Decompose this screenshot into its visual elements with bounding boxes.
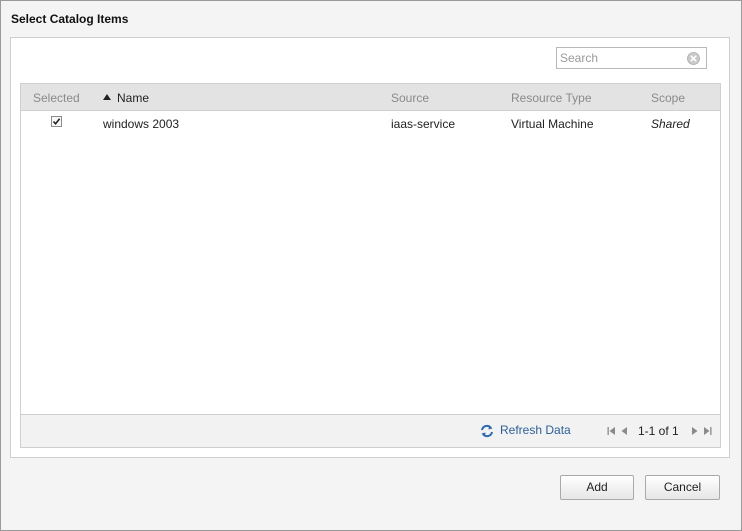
page-info: 1-1 of 1 [638,424,679,438]
previous-page-icon[interactable] [620,426,629,436]
grid-header: Selected Name Source Resource Type Scope [21,84,720,111]
cell-resource-type: Virtual Machine [511,117,594,131]
first-page-icon[interactable] [607,426,616,436]
refresh-data-label: Refresh Data [500,423,571,437]
checkmark-icon [52,118,61,126]
search-input[interactable] [557,48,688,68]
dialog-title: Select Catalog Items [11,12,129,26]
column-header-source[interactable]: Source [391,91,429,105]
catalog-panel: Selected Name Source Resource Type Scope… [10,37,730,458]
column-header-name-label: Name [117,91,150,105]
catalog-items-grid: Selected Name Source Resource Type Scope… [20,83,721,448]
table-row[interactable]: windows 2003 iaas-service Virtual Machin… [21,111,720,135]
cell-name: windows 2003 [103,117,180,131]
sort-ascending-icon [103,94,111,100]
cell-source: iaas-service [391,117,456,131]
clear-icon[interactable] [687,52,700,65]
refresh-icon [481,424,493,438]
search-box [556,47,707,69]
column-header-name[interactable]: Name [103,91,149,105]
add-button[interactable]: Add [560,475,634,500]
select-catalog-items-dialog: Select Catalog Items Selected Name Sourc… [0,0,742,531]
cancel-button[interactable]: Cancel [645,475,720,500]
column-header-resource-type[interactable]: Resource Type [511,91,592,105]
column-header-scope[interactable]: Scope [651,91,685,105]
grid-footer: Refresh Data 1-1 of 1 [21,414,720,447]
next-page-icon[interactable] [690,426,699,436]
cell-scope: Shared [651,117,690,131]
row-select-checkbox[interactable] [51,116,62,127]
last-page-icon[interactable] [703,426,712,436]
column-header-selected[interactable]: Selected [33,91,80,105]
